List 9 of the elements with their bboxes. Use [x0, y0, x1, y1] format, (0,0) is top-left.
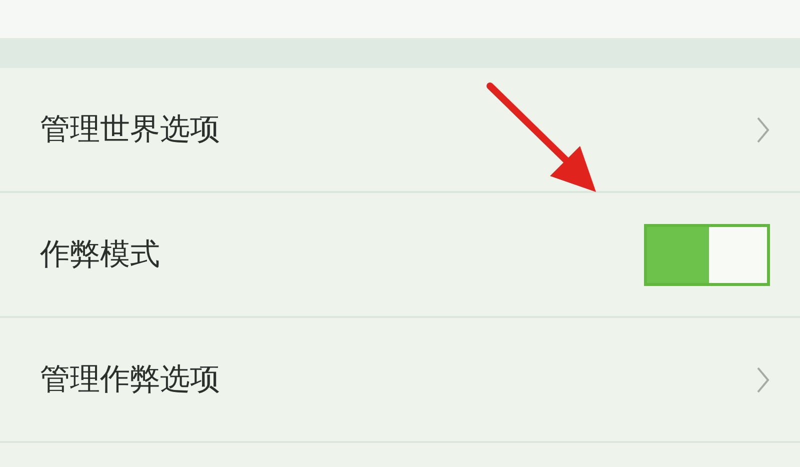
- setting-label: 管理世界选项: [40, 111, 220, 149]
- settings-row[interactable]: 管理作弊选项: [0, 318, 800, 443]
- chevron-icon: [756, 366, 770, 394]
- chevron-icon: [756, 116, 770, 144]
- settings-row[interactable]: 作弊模式: [0, 193, 800, 318]
- setting-label: 作弊模式: [40, 236, 160, 274]
- toggle-switch[interactable]: [644, 224, 770, 286]
- setting-label: 管理作弊选项: [40, 361, 220, 399]
- settings-row[interactable]: 管理世界选项: [0, 68, 800, 193]
